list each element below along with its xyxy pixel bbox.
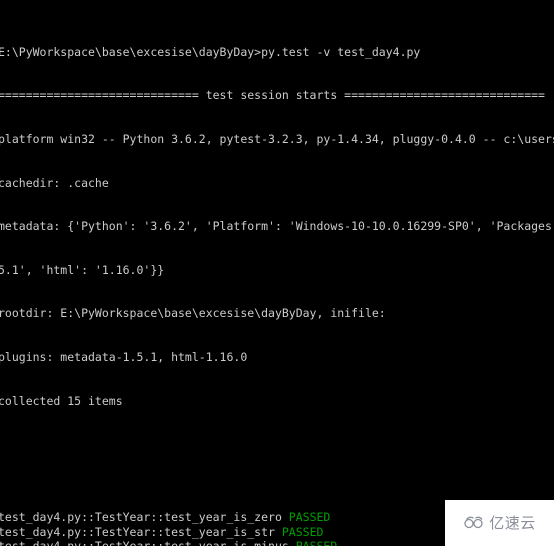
plugins-line: plugins: metadata-1.5.1, html-1.16.0 [0,350,248,365]
test-name: test_day4.py::TestYear::test_year_is_min… [0,539,296,546]
watermark-text: 亿速云 [489,513,536,532]
cloud-logo-icon [463,515,485,531]
watermark: 亿速云 [445,500,554,546]
session-start-banner: ============================= test sessi… [0,88,545,103]
cachedir-line: cachedir: .cache [0,175,109,190]
collected-items-line: collected 15 items [0,393,123,408]
test-status-badge: PASSED [288,510,331,525]
rootdir-line: rootdir: E:\PyWorkspace\base\excesise\da… [0,306,386,321]
platform-info-line: platform win32 -- Python 3.6.2, pytest-3… [0,131,554,146]
metadata-line-1: metadata: {'Python': '3.6.2', 'Platform'… [0,219,554,234]
test-name: test_day4.py::TestYear::test_year_is_str [0,524,282,539]
metadata-line-2: 5.1', 'html': '1.16.0'}} [0,262,165,277]
command-prompt-line: E:\PyWorkspace\base\excesise\dayByDay>py… [0,44,421,59]
terminal-console[interactable]: E:\PyWorkspace\base\excesise\dayByDay>py… [0,0,554,546]
test-status-badge: PASSED [281,524,324,539]
test-status-badge: PASSED [296,539,338,546]
test-name: test_day4.py::TestYear::test_year_is_zer… [0,510,289,525]
